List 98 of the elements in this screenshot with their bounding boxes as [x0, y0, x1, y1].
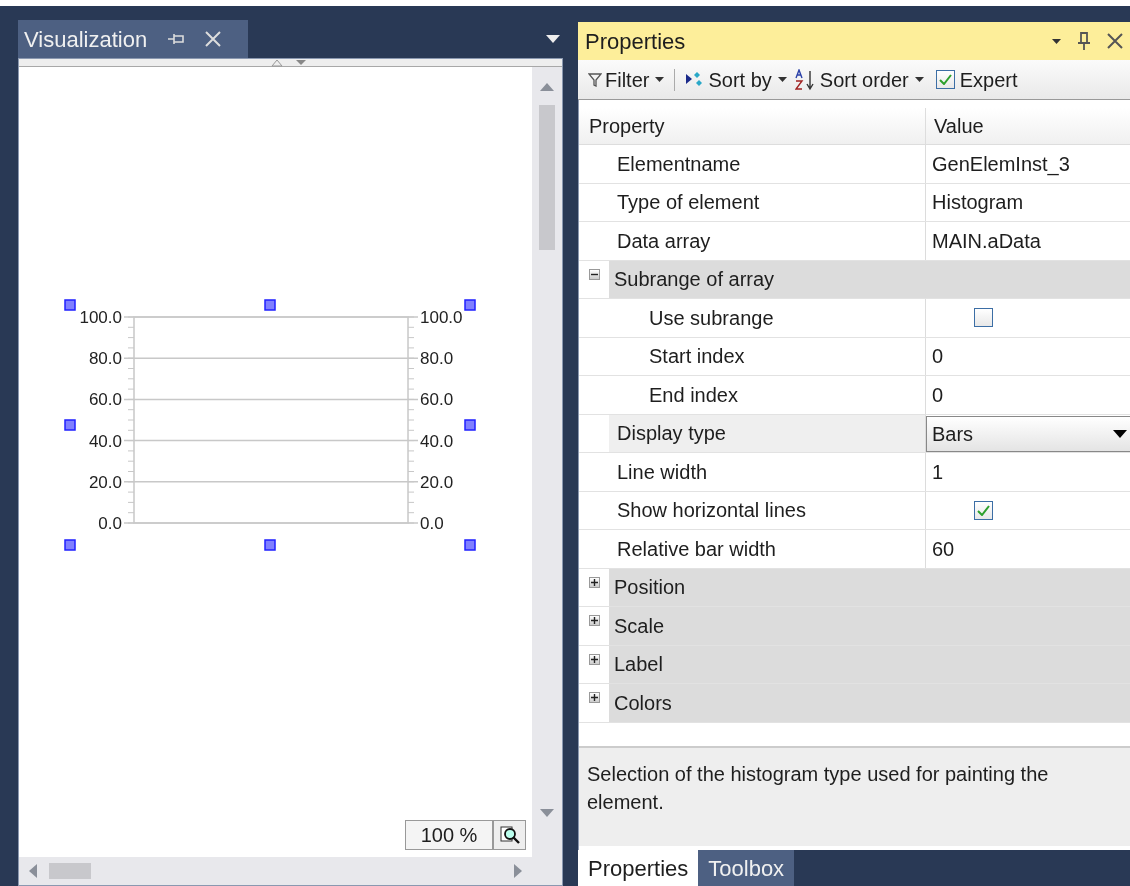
axis-label: 80.0 — [420, 349, 454, 369]
property-group[interactable]: Position — [579, 568, 1130, 607]
panel-title: Properties — [585, 27, 686, 56]
property-name: Line width — [616, 459, 708, 485]
property-value: 1 — [931, 459, 944, 485]
selection-handle[interactable] — [464, 539, 476, 551]
toolbar-button[interactable]: Sort by — [683, 64, 789, 95]
property-value: 0 — [931, 382, 944, 408]
column-header[interactable]: Value — [926, 108, 1130, 144]
property-row[interactable]: Relative bar width 60 — [579, 530, 1130, 569]
property-row[interactable]: Type of element Histogram — [579, 183, 1130, 222]
group-name: Subrange of array — [614, 267, 775, 293]
property-name: End index — [648, 382, 738, 408]
expert-toggle[interactable]: Expert — [935, 64, 1018, 95]
caret-icon — [1113, 430, 1127, 439]
property-name: Elementname — [616, 151, 741, 177]
property-name: Data array — [616, 228, 711, 254]
panel-tab[interactable]: Properties — [578, 850, 699, 886]
selection-handle[interactable] — [464, 419, 476, 431]
axis-label: 20.0 — [88, 472, 122, 492]
group-name: Label — [614, 652, 663, 678]
property-name: Use subrange — [648, 305, 774, 331]
axis-label: 40.0 — [88, 431, 122, 451]
property-name: Relative bar width — [616, 536, 776, 562]
expand-icon[interactable] — [588, 576, 600, 588]
horizontal-scrollbar[interactable] — [19, 857, 562, 885]
property-value: 0 — [931, 344, 944, 370]
property-name: Start index — [648, 344, 745, 370]
property-name: Display type — [616, 421, 726, 447]
scroll-up-icon[interactable] — [540, 83, 554, 91]
close-icon[interactable] — [1107, 33, 1123, 49]
property-row[interactable]: Start index 0 — [579, 337, 1130, 376]
pin-icon[interactable] — [1077, 31, 1091, 51]
property-name: Show horizontal lines — [616, 498, 806, 524]
axis-label: 0.0 — [98, 514, 122, 533]
property-group[interactable]: Label — [579, 645, 1130, 684]
property-group[interactable]: Subrange of array — [579, 260, 1130, 299]
property-row[interactable]: Data array MAIN.aData — [579, 222, 1130, 261]
axis-label: 80.0 — [88, 349, 122, 369]
axis-label: 100.0 — [79, 308, 122, 327]
property-row[interactable]: Elementname GenElemInst_3 — [579, 145, 1130, 184]
caret-icon — [1052, 38, 1061, 44]
selection-handle[interactable] — [64, 539, 76, 551]
filter-icon — [588, 72, 602, 87]
column-header[interactable]: Property — [579, 108, 926, 144]
scrollbar-thumb[interactable] — [49, 863, 91, 879]
property-group[interactable]: Scale — [579, 607, 1130, 646]
property-group[interactable]: Colors — [579, 684, 1130, 723]
axis-label: 100.0 — [420, 308, 463, 327]
property-value: 60 — [931, 536, 955, 562]
scroll-right-icon[interactable] — [514, 864, 522, 878]
axis-label: 60.0 — [88, 390, 122, 410]
checkbox[interactable] — [973, 500, 993, 520]
property-row[interactable]: Display type Bars — [579, 414, 1130, 453]
toolbar-button[interactable]: Sort order — [792, 64, 926, 95]
panel-tab[interactable]: Toolbox — [698, 850, 795, 886]
axis-label: 40.0 — [420, 431, 454, 451]
selection-handle[interactable] — [64, 299, 76, 311]
property-row[interactable]: End index 0 — [579, 376, 1130, 415]
caret-icon — [777, 77, 787, 82]
property-value: GenElemInst_3 — [931, 151, 1070, 178]
axis-label: 20.0 — [420, 472, 454, 492]
group-name: Position — [614, 575, 686, 601]
property-row[interactable]: Use subrange — [579, 299, 1130, 338]
axis-label: 0.0 — [420, 514, 444, 533]
vertical-scrollbar[interactable] — [532, 67, 562, 857]
checkbox[interactable] — [973, 308, 993, 328]
expand-icon[interactable] — [588, 615, 600, 626]
expand-icon[interactable] — [588, 653, 600, 665]
zoom-icon[interactable] — [493, 820, 526, 850]
property-row[interactable]: Show horizontal lines — [579, 491, 1130, 530]
property-value: MAIN.aData — [931, 228, 1041, 254]
scroll-left-icon[interactable] — [29, 864, 37, 878]
toolbar-button[interactable]: Filter — [586, 64, 667, 95]
scrollbar-thumb[interactable] — [539, 105, 555, 250]
selection-handle[interactable] — [264, 299, 276, 311]
property-value: Histogram — [931, 190, 1024, 216]
caret-icon — [914, 77, 924, 82]
selection-handle[interactable] — [464, 299, 476, 311]
axis-label: 60.0 — [420, 390, 454, 410]
dropdown[interactable]: Bars — [926, 416, 1130, 453]
description-text: Selection of the histogram type used for painting the element. — [587, 762, 1050, 815]
property-row[interactable]: Line width 1 — [579, 453, 1130, 492]
selection-handle[interactable] — [264, 539, 276, 551]
sort-order-icon — [794, 68, 817, 91]
property-name: Type of element — [616, 190, 760, 216]
selection-handle[interactable] — [64, 419, 76, 431]
caret-icon[interactable] — [546, 35, 560, 43]
collapse-icon[interactable] — [588, 268, 600, 280]
group-name: Scale — [614, 613, 665, 639]
pin-icon[interactable] — [167, 32, 186, 46]
caret-icon — [655, 77, 665, 82]
expand-icon[interactable] — [588, 692, 600, 703]
group-name: Colors — [614, 690, 672, 716]
zoom-field[interactable]: 100 % — [405, 820, 493, 850]
document-tab[interactable]: Visualization — [18, 20, 248, 58]
checkbox[interactable] — [935, 70, 955, 89]
scroll-down-icon[interactable] — [540, 809, 554, 817]
